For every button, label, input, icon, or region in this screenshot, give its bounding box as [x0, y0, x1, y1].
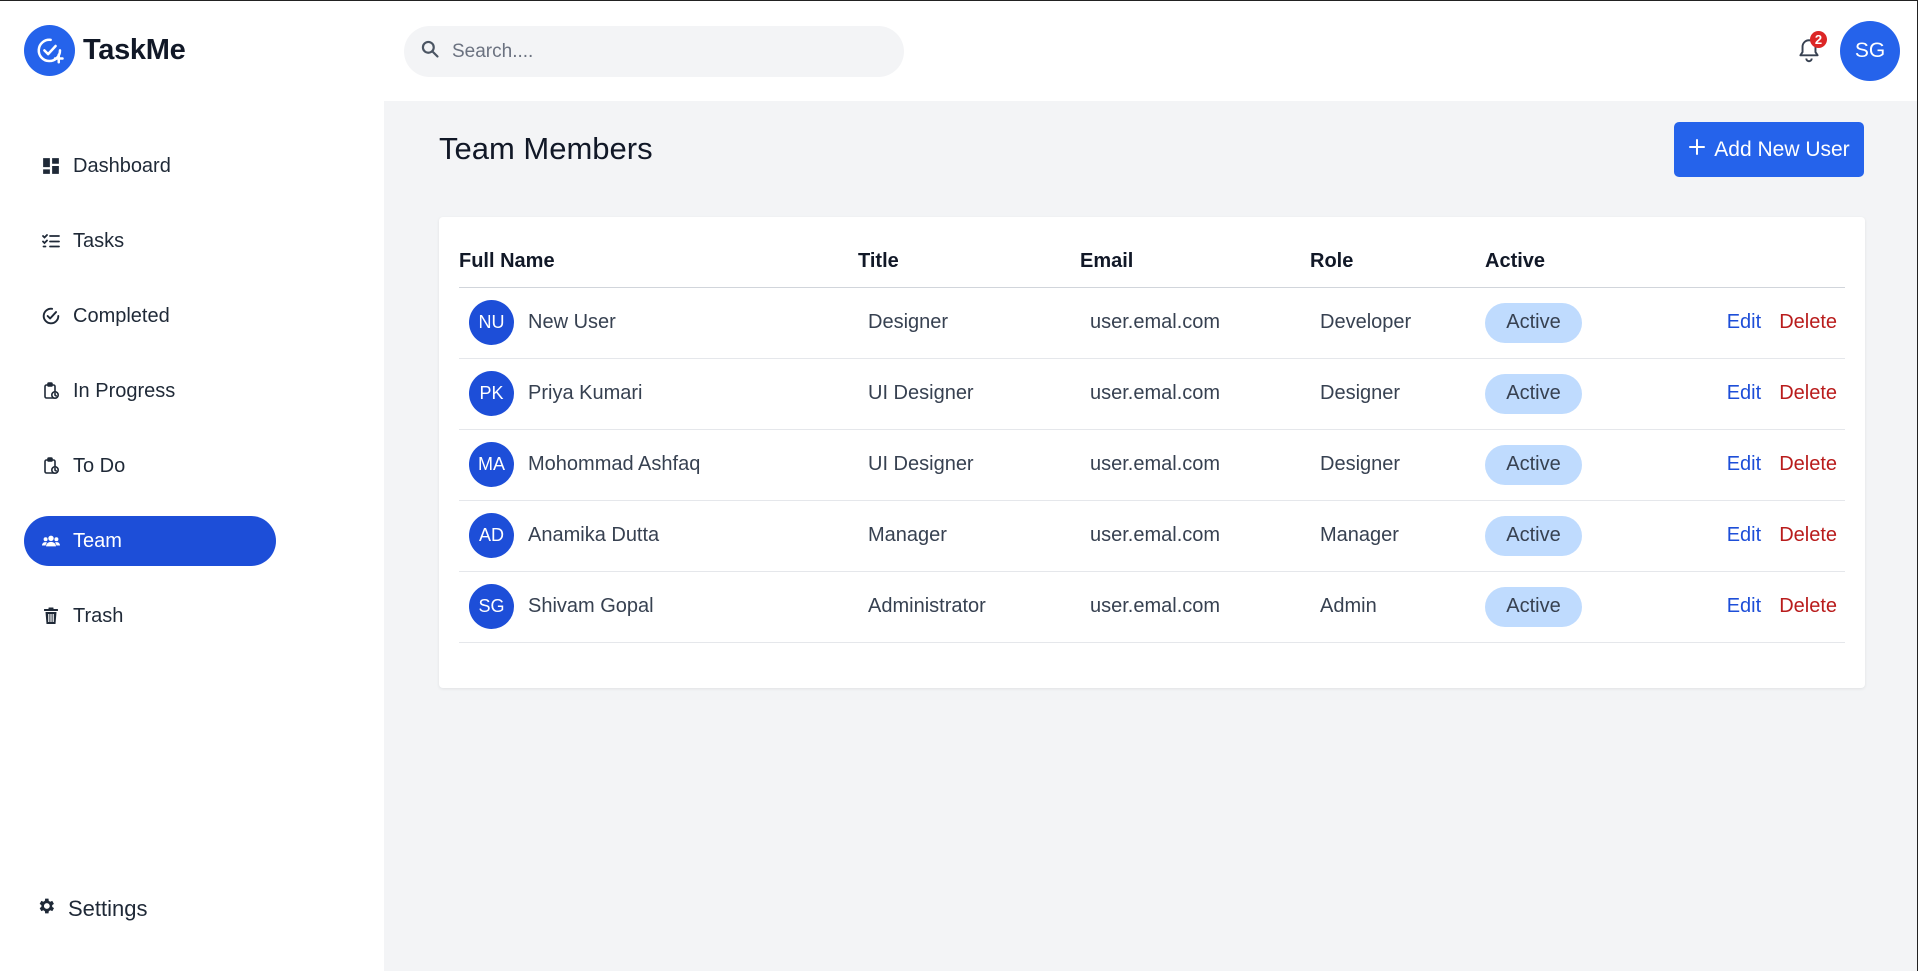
sidebar-item-label: Trash: [73, 604, 124, 627]
table-row: PK Priya Kumari UI Designer user.emal.com…: [459, 358, 1845, 430]
app-logo[interactable]: TaskMe: [24, 25, 186, 76]
edit-button[interactable]: Edit: [1727, 382, 1761, 404]
notification-count-badge: 2: [1810, 31, 1827, 48]
sidebar-item-label: Dashboard: [73, 154, 171, 177]
plus-icon: [1688, 138, 1706, 162]
sidebar-item-label: Tasks: [73, 229, 125, 252]
in-progress-icon: [41, 381, 61, 401]
dashboard-icon: [41, 156, 61, 176]
status-badge[interactable]: Active: [1485, 302, 1582, 343]
member-email: user.emal.com: [1080, 571, 1310, 643]
logo-check-icon: [24, 25, 75, 76]
table-row: NU New User Designer user.emal.com Develo…: [459, 287, 1845, 359]
sidebar-item-in-progress[interactable]: In Progress: [24, 366, 276, 416]
page-title: Team Members: [439, 131, 653, 166]
status-badge[interactable]: Active: [1485, 444, 1582, 485]
top-bar: 2 SG: [384, 1, 1917, 101]
bell-icon: [1796, 39, 1822, 69]
member-title: UI Designer: [858, 429, 1080, 501]
notifications-button[interactable]: 2: [1796, 31, 1827, 69]
sidebar-item-label: Completed: [73, 304, 170, 327]
member-role: Designer: [1310, 429, 1485, 501]
header-actions: [1685, 237, 1845, 288]
avatar: PK: [469, 371, 514, 416]
table-header-row: Full Name Title Email Role Active: [459, 237, 1845, 288]
add-new-user-label: Add New User: [1714, 137, 1850, 161]
todo-icon: [41, 456, 61, 476]
header-title: Title: [858, 237, 1080, 288]
member-title: Administrator: [858, 571, 1080, 643]
sidebar-item-label: Team: [73, 529, 122, 552]
sidebar: TaskMe Dashboard Tasks Completed In Prog…: [0, 1, 384, 971]
delete-button[interactable]: Delete: [1779, 524, 1837, 546]
sidebar-item-trash[interactable]: Trash: [24, 591, 276, 641]
edit-button[interactable]: Edit: [1727, 311, 1761, 333]
delete-button[interactable]: Delete: [1779, 311, 1837, 333]
user-avatar[interactable]: SG: [1840, 21, 1900, 81]
edit-button[interactable]: Edit: [1727, 524, 1761, 546]
avatar: MA: [469, 442, 514, 487]
sidebar-item-tasks[interactable]: Tasks: [24, 216, 276, 266]
sidebar-item-label: In Progress: [73, 379, 176, 402]
sidebar-item-team[interactable]: Team: [24, 516, 276, 566]
search-icon: [420, 39, 440, 64]
member-role: Designer: [1310, 358, 1485, 430]
member-title: Manager: [858, 500, 1080, 572]
sidebar-nav: Dashboard Tasks Completed In Progress To…: [24, 141, 276, 666]
completed-icon: [41, 306, 61, 326]
avatar: SG: [469, 584, 514, 629]
delete-button[interactable]: Delete: [1779, 453, 1837, 475]
team-table: Full Name Title Email Role Active NU New …: [459, 237, 1845, 643]
edit-button[interactable]: Edit: [1727, 453, 1761, 475]
table-row: SG Shivam Gopal Administrator user.emal.c…: [459, 571, 1845, 643]
settings-button[interactable]: Settings: [36, 896, 148, 922]
app-name: TaskMe: [83, 34, 186, 66]
delete-button[interactable]: Delete: [1779, 382, 1837, 404]
status-badge[interactable]: Active: [1485, 586, 1582, 627]
status-badge[interactable]: Active: [1485, 373, 1582, 414]
search-box[interactable]: [404, 26, 904, 77]
member-role: Manager: [1310, 500, 1485, 572]
member-name: Shivam Gopal: [528, 595, 654, 617]
gear-icon: [36, 896, 56, 922]
team-table-card: Full Name Title Email Role Active NU New …: [439, 217, 1865, 688]
member-role: Admin: [1310, 571, 1485, 643]
member-name: Anamika Dutta: [528, 524, 660, 546]
member-email: user.emal.com: [1080, 500, 1310, 572]
delete-button[interactable]: Delete: [1779, 595, 1837, 617]
team-icon: [41, 531, 61, 551]
member-email: user.emal.com: [1080, 358, 1310, 430]
avatar: NU: [469, 300, 514, 345]
member-title: UI Designer: [858, 358, 1080, 430]
sidebar-item-completed[interactable]: Completed: [24, 291, 276, 341]
member-email: user.emal.com: [1080, 429, 1310, 501]
member-title: Designer: [858, 287, 1080, 359]
status-badge[interactable]: Active: [1485, 515, 1582, 556]
header-email: Email: [1080, 237, 1310, 288]
header-role: Role: [1310, 237, 1485, 288]
trash-icon: [41, 606, 61, 626]
add-new-user-button[interactable]: Add New User: [1674, 122, 1864, 177]
edit-button[interactable]: Edit: [1727, 595, 1761, 617]
sidebar-item-dashboard[interactable]: Dashboard: [24, 141, 276, 191]
sidebar-item-label: To Do: [73, 454, 126, 477]
header-active: Active: [1485, 237, 1685, 288]
table-row: MA Mohommad Ashfaq UI Designer user.emal.…: [459, 429, 1845, 501]
table-row: AD Anamika Dutta Manager user.emal.com Ma…: [459, 500, 1845, 572]
settings-label: Settings: [68, 896, 148, 921]
member-name: Mohommad Ashfaq: [528, 453, 701, 475]
member-role: Developer: [1310, 287, 1485, 359]
header-full-name: Full Name: [459, 237, 858, 288]
search-input[interactable]: [452, 40, 872, 63]
avatar: AD: [469, 513, 514, 558]
member-name: Priya Kumari: [528, 382, 643, 404]
member-email: user.emal.com: [1080, 287, 1310, 359]
tasks-icon: [41, 231, 61, 251]
main-content: Team Members Add New User Full Name Titl…: [384, 101, 1917, 971]
member-name: New User: [528, 311, 616, 333]
sidebar-item-to-do[interactable]: To Do: [24, 441, 276, 491]
